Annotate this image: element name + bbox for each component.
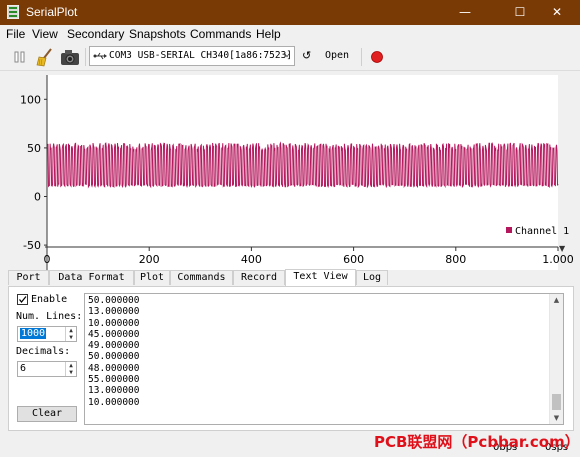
- text-line: 45.000000: [88, 328, 140, 340]
- x-tick-label: 400: [241, 253, 262, 266]
- port-select[interactable]: COM3 USB-SERIAL CH340[1a86:7523] ⌄: [89, 46, 295, 66]
- chevron-down-icon: ⌄: [283, 48, 290, 59]
- menu-help[interactable]: Help: [256, 27, 281, 41]
- vertical-scrollbar[interactable]: ▲ ▼: [549, 294, 563, 424]
- text-line: 13.000000: [88, 385, 140, 397]
- camera-icon[interactable]: [59, 47, 81, 67]
- plot-menu-arrow[interactable]: ▼: [559, 244, 566, 253]
- tab-plot[interactable]: Plot: [134, 270, 170, 285]
- x-tick-label: 200: [139, 253, 160, 266]
- scroll-thumb[interactable]: [552, 394, 561, 410]
- text-view-panel: Enable Num. Lines: 1000 ▲ ▼ Decimals: 6 ▲…: [8, 286, 574, 431]
- text-line: 50.000000: [88, 295, 140, 306]
- port-name: COM3 USB-SERIAL CH340[1a86:7523]: [109, 50, 293, 61]
- text-line: 48.000000: [88, 362, 140, 374]
- open-button[interactable]: Open: [325, 50, 349, 61]
- broom-icon[interactable]: [35, 47, 55, 67]
- menu-secondary[interactable]: Secondary: [67, 27, 124, 41]
- toolbar-separator: [361, 48, 362, 66]
- text-line: 50.000000: [88, 351, 140, 363]
- minimize-button[interactable]: —: [442, 0, 488, 25]
- num-lines-label: Num. Lines:: [16, 311, 83, 322]
- tab-text-view[interactable]: Text View: [285, 269, 356, 286]
- enable-checkbox[interactable]: [17, 294, 28, 305]
- y-tick-label: 100: [20, 93, 41, 106]
- text-line: 10.000000: [88, 317, 140, 329]
- tab-data-format[interactable]: Data Format: [49, 270, 134, 285]
- text-line: 55.000000: [88, 374, 140, 386]
- text-lines: 50.000000 13.000000 10.000000 45.000000 49.0…: [88, 295, 139, 408]
- menu-file[interactable]: File: [6, 27, 25, 41]
- tab-bar: Port Data Format Plot Commands Record Te…: [8, 269, 574, 286]
- decimals-spinbox[interactable]: 6 ▲ ▼: [17, 361, 77, 377]
- plot-canvas[interactable]: 100500-50-100 02004006008001.000 Channel…: [0, 71, 580, 270]
- tab-record[interactable]: Record: [233, 270, 285, 285]
- menu-view[interactable]: View: [32, 27, 58, 41]
- tab-commands[interactable]: Commands: [170, 270, 233, 285]
- num-lines-spinbox[interactable]: 1000 ▲ ▼: [17, 326, 77, 342]
- menu-snapshots[interactable]: Snapshots: [129, 27, 186, 41]
- y-tick-label: 50: [27, 142, 41, 155]
- decimals-label: Decimals:: [16, 346, 71, 357]
- x-tick-label: 1.000: [542, 253, 574, 266]
- pause-icon[interactable]: [11, 47, 29, 67]
- num-lines-value: 1000: [20, 328, 47, 339]
- y-tick-label: 0: [34, 191, 41, 204]
- x-tick-label: 0: [44, 253, 51, 266]
- menu-bar: File View Secondary Snapshots Commands H…: [0, 25, 580, 44]
- decimals-value: 6: [20, 363, 27, 374]
- y-tick-label: -50: [23, 239, 41, 252]
- toolbar-separator: [85, 48, 86, 66]
- scroll-down-icon[interactable]: ▼: [550, 412, 563, 424]
- text-line: 10.000000: [88, 396, 140, 408]
- refresh-icon[interactable]: ↺: [302, 49, 311, 62]
- spin-arrows-icon[interactable]: ▲ ▼: [65, 327, 76, 341]
- plot-area[interactable]: 100500-50-100 02004006008001.000 Channel…: [0, 71, 580, 270]
- legend-label: Channel 1: [515, 226, 569, 237]
- text-output[interactable]: 50.000000 13.000000 10.000000 45.000000 49.0…: [84, 293, 564, 425]
- scroll-up-icon[interactable]: ▲: [550, 294, 563, 306]
- x-tick-label: 800: [445, 253, 466, 266]
- x-tick-label: 600: [343, 253, 364, 266]
- clear-button[interactable]: Clear: [17, 406, 77, 422]
- watermark-text: PCB联盟网（Pcbbar.com）: [374, 433, 580, 451]
- usb-icon: [93, 52, 107, 60]
- tab-log[interactable]: Log: [356, 270, 388, 285]
- text-line: 49.000000: [88, 340, 140, 352]
- window-title: SerialPlot: [26, 5, 78, 19]
- record-icon[interactable]: [369, 47, 385, 67]
- text-line: 13.000000: [88, 306, 140, 318]
- title-bar: SerialPlot — ☐ ✕: [0, 0, 580, 25]
- legend-swatch: [506, 227, 512, 233]
- menu-commands[interactable]: Commands: [190, 27, 251, 41]
- tab-port[interactable]: Port: [8, 270, 49, 285]
- spin-arrows-icon[interactable]: ▲ ▼: [65, 362, 76, 376]
- checkmark-icon: [19, 296, 27, 303]
- enable-label: Enable: [31, 294, 68, 305]
- close-button[interactable]: ✕: [534, 0, 580, 25]
- app-icon: [7, 5, 19, 19]
- toolbar: COM3 USB-SERIAL CH340[1a86:7523] ⌄ ↺ Ope…: [0, 44, 580, 71]
